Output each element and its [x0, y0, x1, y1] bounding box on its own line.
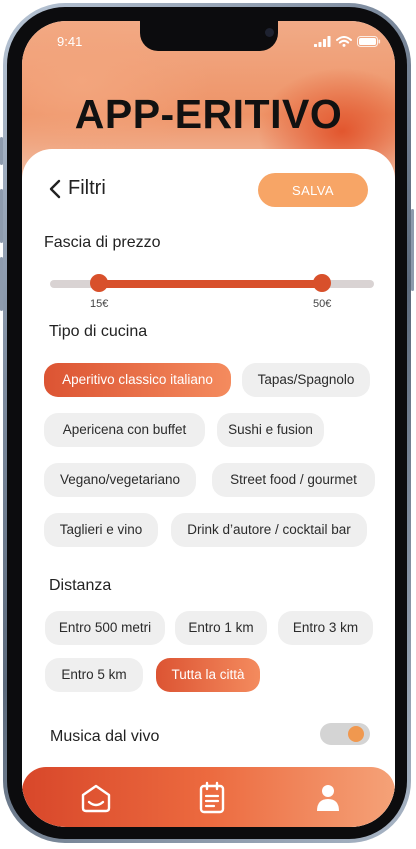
user-icon	[317, 785, 339, 811]
distance-chip-3km[interactable]: Entro 3 km	[278, 611, 373, 645]
cuisine-chip-aperitivo-classico[interactable]: Aperitivo classico italiano	[44, 363, 231, 397]
status-time: 9:41	[57, 34, 83, 49]
price-min-label: 15€	[90, 298, 109, 310]
home-icon	[81, 784, 111, 813]
nav-home[interactable]	[80, 781, 112, 815]
page-title: Filtri	[68, 177, 106, 199]
signal-icon	[314, 36, 331, 47]
screen: 9:41 APP-ERITIVO Filtri SALVA Fascia di …	[22, 21, 395, 827]
side-button	[0, 137, 3, 165]
save-button[interactable]: SALVA	[258, 173, 368, 207]
cuisine-chip-vegano[interactable]: Vegano/vegetariano	[44, 463, 196, 497]
distance-chip-500m[interactable]: Entro 500 metri	[45, 611, 165, 645]
cuisine-type-title: Tipo di cucina	[49, 323, 148, 340]
price-slider-min-handle[interactable]	[89, 274, 108, 292]
calendar-icon	[199, 781, 225, 814]
notch	[140, 21, 278, 51]
cuisine-chip-apericena[interactable]: Apericena con buffet	[44, 413, 205, 447]
price-max-label: 50€	[313, 298, 332, 310]
price-range-title: Fascia di prezzo	[44, 234, 161, 251]
nav-profile[interactable]	[312, 781, 344, 815]
power-button	[411, 209, 414, 291]
distance-chip-5km[interactable]: Entro 5 km	[45, 658, 143, 692]
bottom-nav	[22, 767, 395, 827]
volume-down-button	[0, 257, 3, 311]
volume-up-button	[0, 189, 3, 243]
cuisine-chip-sushi[interactable]: Sushi e fusion	[217, 413, 324, 447]
live-music-toggle[interactable]	[320, 723, 370, 745]
cuisine-chip-drink[interactable]: Drink d’autore / cocktail bar	[171, 513, 367, 547]
distance-chip-1km[interactable]: Entro 1 km	[175, 611, 267, 645]
chevron-left-icon	[49, 179, 61, 198]
camera	[265, 28, 274, 37]
battery-icon	[357, 36, 381, 47]
toggle-knob	[348, 726, 364, 742]
status-icons	[314, 36, 381, 47]
price-slider[interactable]	[50, 274, 374, 292]
back-button[interactable]: Filtri	[48, 177, 106, 200]
price-slider-fill	[98, 280, 323, 288]
cuisine-chip-taglieri[interactable]: Taglieri e vino	[44, 513, 158, 547]
live-music-title: Musica dal vivo	[50, 728, 160, 745]
distance-title: Distanza	[49, 577, 112, 594]
nav-bookings[interactable]	[196, 781, 228, 815]
cuisine-chip-street-food[interactable]: Street food / gourmet	[212, 463, 375, 497]
cuisine-chip-tapas[interactable]: Tapas/Spagnolo	[242, 363, 370, 397]
distance-chip-tutta-citta[interactable]: Tutta la città	[156, 658, 260, 692]
app-title: APP-ERITIVO	[74, 91, 343, 137]
wifi-icon	[336, 36, 352, 47]
